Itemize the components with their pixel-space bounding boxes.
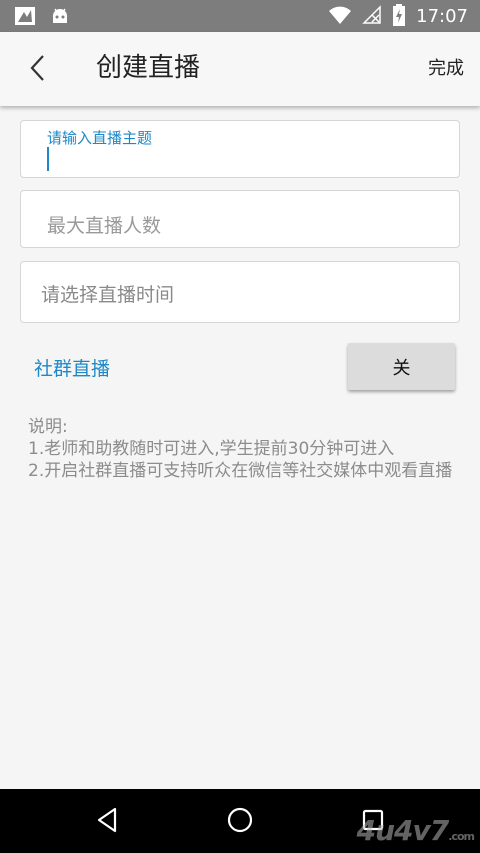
page-title: 创建直播 [96, 53, 201, 83]
community-live-label: 社群直播 [34, 358, 111, 380]
max-viewers-input[interactable]: 最大直播人数 [20, 190, 460, 248]
battery-charging-icon [392, 4, 406, 30]
wifi-icon [328, 5, 352, 29]
topic-input-label: 请输入直播主题 [47, 129, 153, 147]
android-icon [50, 6, 70, 30]
done-button[interactable]: 完成 [428, 56, 464, 82]
status-bar: 17:07 [0, 0, 480, 32]
no-signal-icon [362, 5, 382, 29]
notes-title: 说明: [28, 417, 68, 437]
community-live-toggle-button[interactable]: 关 [348, 343, 455, 390]
live-time-picker[interactable]: 请选择直播时间 [20, 261, 460, 323]
notes-line-2: 2.开启社群直播可支持听众在微信等社交媒体中观看直播 [28, 461, 453, 481]
nav-home-button[interactable] [223, 805, 257, 839]
watermark-logo: 4u4v7.com [356, 814, 475, 847]
notes-line-1: 1.老师和助教随时可进入,学生提前30分钟可进入 [28, 439, 395, 459]
navigation-bar: 4u4v7.com [0, 789, 480, 853]
chevron-left-icon [28, 53, 48, 87]
status-time: 17:07 [416, 6, 468, 27]
live-time-placeholder: 请选择直播时间 [41, 284, 175, 306]
home-circle-icon [226, 806, 254, 838]
text-cursor [47, 147, 49, 171]
max-viewers-placeholder: 最大直播人数 [47, 215, 162, 237]
topic-input[interactable]: 请输入直播主题 [20, 120, 460, 178]
app-bar: 创建直播 完成 [0, 32, 480, 106]
notes: 说明: 1.老师和助教随时可进入,学生提前30分钟可进入 2.开启社群直播可支持… [28, 416, 468, 482]
notification-icon [14, 6, 36, 30]
back-triangle-icon [95, 807, 119, 837]
nav-back-button[interactable] [90, 805, 124, 839]
back-button[interactable] [18, 50, 58, 90]
